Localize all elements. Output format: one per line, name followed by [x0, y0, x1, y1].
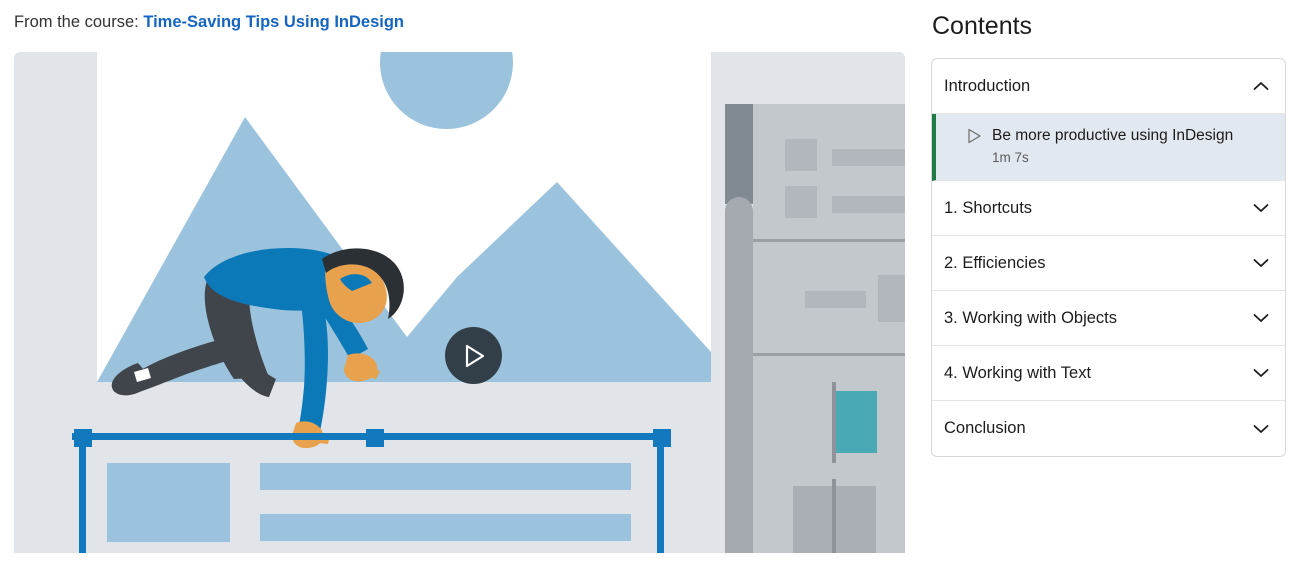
toc-lesson-text: Be more productive using InDesign 1m 7s: [992, 125, 1233, 168]
play-outline-icon: [968, 128, 981, 144]
video-thumbnail[interactable]: [14, 52, 905, 553]
chevron-down-icon: [1253, 424, 1269, 433]
panel-bar-3: [805, 291, 866, 308]
chevron-down-icon: [1253, 314, 1269, 322]
toc-section-label: 4. Working with Text: [944, 363, 1092, 382]
toc-section-label: 3. Working with Objects: [944, 308, 1118, 327]
doc-text-block-1: [260, 463, 631, 490]
toc-section-label: 2. Efficiencies: [944, 253, 1046, 272]
selection-handle-top-left: [74, 429, 92, 447]
doc-text-block-2: [260, 514, 631, 541]
selection-edge-right: [657, 433, 664, 553]
selection-handle-top-right: [653, 429, 671, 447]
chevron-down-icon: [1253, 259, 1269, 267]
panel-stroke-2: [832, 479, 836, 553]
contents-panel: Contents Introduction Be more productive…: [931, 0, 1286, 569]
table-of-contents: Introduction Be more productive using In…: [931, 58, 1286, 457]
panel-swatch-1: [785, 139, 817, 171]
panel-swatch-2: [785, 186, 817, 218]
panel-swatch-3: [878, 275, 905, 322]
toc-section-introduction[interactable]: Introduction: [932, 59, 1285, 114]
panel-scrollbar-track: [725, 104, 753, 204]
panel-bar-1: [832, 149, 905, 166]
play-triangle-icon: [465, 344, 484, 367]
tool-panel-divider-2: [753, 353, 905, 356]
toc-section-conclusion[interactable]: Conclusion: [932, 401, 1285, 456]
course-title-link[interactable]: Time-Saving Tips Using InDesign: [143, 13, 404, 31]
toc-section-working-with-text[interactable]: 4. Working with Text: [932, 346, 1285, 401]
toc-lesson-title: Be more productive using InDesign: [992, 127, 1234, 144]
play-button[interactable]: [445, 327, 502, 384]
tool-panel-divider-1: [753, 239, 905, 242]
panel-scrollbar-thumb: [725, 197, 753, 553]
chevron-up-icon: [1253, 82, 1269, 90]
course-prefix-label: From the course:: [14, 13, 139, 31]
video-column: From the course: Time-Saving Tips Using …: [0, 0, 920, 569]
toc-section-label: 1. Shortcuts: [944, 198, 1033, 217]
doc-image-block: [107, 463, 230, 542]
toc-section-label: Introduction: [944, 76, 1031, 95]
contents-title: Contents: [932, 12, 1033, 40]
toc-section-working-with-objects[interactable]: 3. Working with Objects: [932, 291, 1285, 346]
selection-handle-top-middle: [366, 429, 384, 447]
course-breadcrumb: From the course: Time-Saving Tips Using …: [14, 10, 404, 34]
panel-bar-2: [832, 196, 905, 213]
chevron-down-icon: [1253, 369, 1269, 377]
toc-section-efficiencies[interactable]: 2. Efficiencies: [932, 236, 1285, 291]
chevron-down-icon: [1253, 204, 1269, 212]
toc-lesson-duration: 1m 7s: [992, 150, 1029, 165]
person-illustration: [111, 248, 404, 449]
panel-teal-swatch: [836, 391, 877, 453]
toc-section-shortcuts[interactable]: 1. Shortcuts: [932, 181, 1285, 236]
selection-edge-left: [79, 433, 86, 553]
toc-section-label: Conclusion: [944, 419, 1026, 437]
toc-lesson-item[interactable]: Be more productive using InDesign 1m 7s: [932, 114, 1285, 181]
